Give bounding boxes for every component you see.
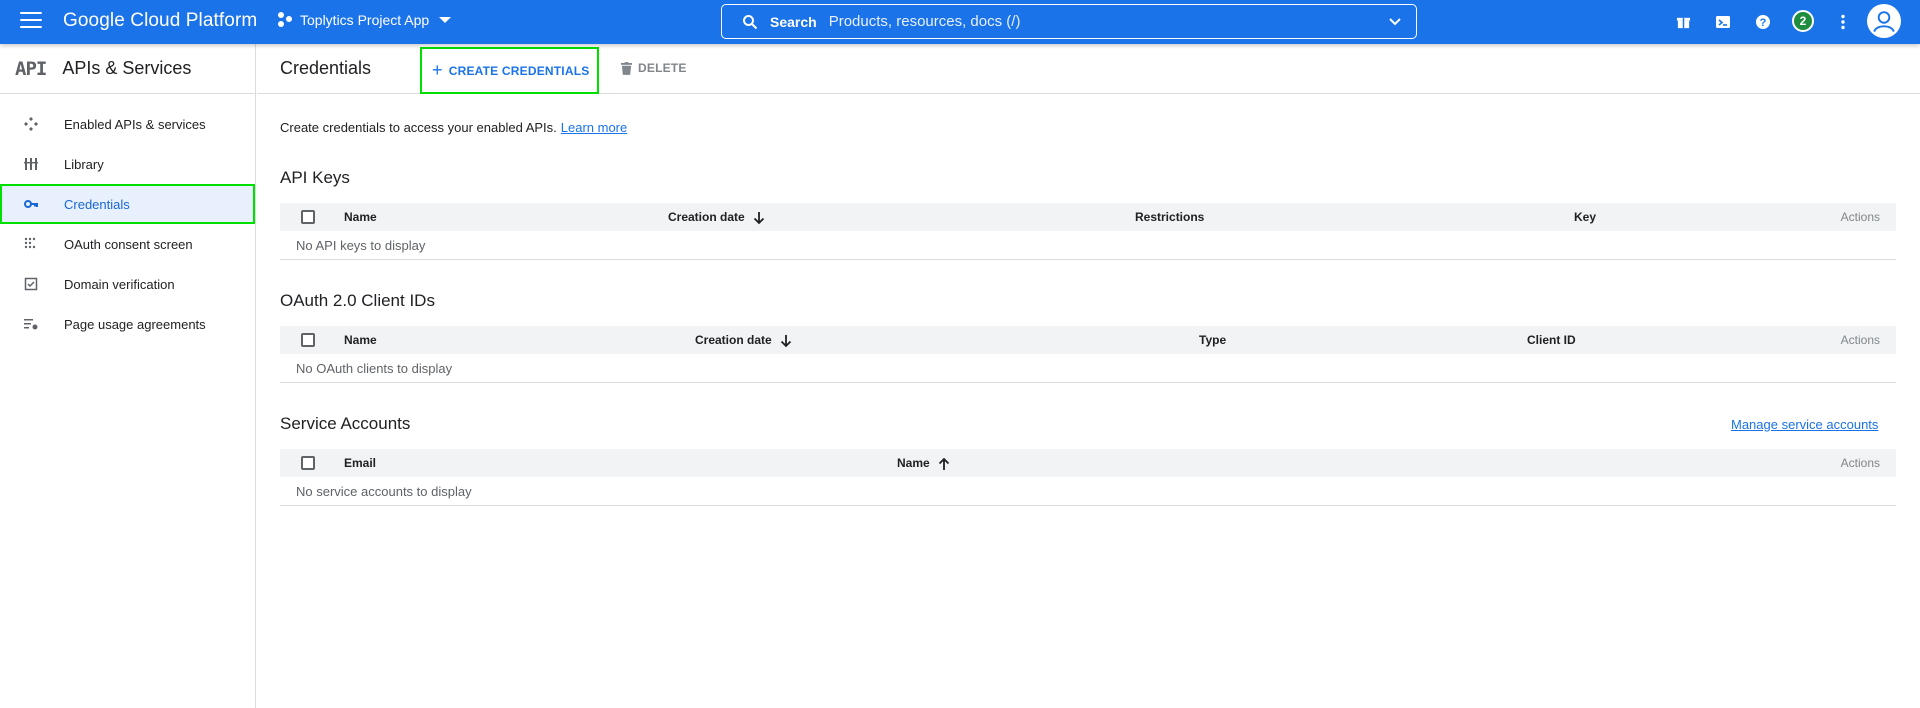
- menu-icon[interactable]: [20, 12, 42, 30]
- sidebar-item-credentials[interactable]: Credentials: [0, 184, 255, 224]
- sidebar-item-label: Page usage agreements: [64, 316, 206, 332]
- sidebar-header: API APIs & Services: [0, 44, 255, 94]
- account-icon[interactable]: [1867, 4, 1901, 38]
- project-icon: [278, 12, 294, 28]
- delete-button[interactable]: DELETE: [621, 61, 687, 75]
- sidebar-item-label: Credentials: [64, 196, 130, 212]
- column-header-type[interactable]: Type: [1199, 333, 1226, 347]
- create-credentials-label: CREATE CREDENTIALS: [448, 63, 590, 78]
- create-credentials-button[interactable]: + CREATE CREDENTIALS: [420, 47, 599, 94]
- column-header-restrictions[interactable]: Restrictions: [1135, 210, 1204, 224]
- api-logo: API: [15, 57, 47, 80]
- arrow-down-icon: [780, 334, 791, 348]
- search-label: Search: [770, 13, 817, 30]
- table-header: Name Creation date Type Client ID Action…: [280, 326, 1896, 354]
- empty-row: No service accounts to display: [280, 477, 1896, 506]
- oauth-table: Name Creation date Type Client ID Action…: [280, 326, 1896, 383]
- column-header-actions: Actions: [1840, 210, 1880, 224]
- delete-label: DELETE: [638, 61, 687, 75]
- column-header-label: Name: [897, 456, 930, 470]
- empty-row: No API keys to display: [280, 231, 1896, 260]
- service-accounts-title: Service Accounts: [280, 414, 411, 433]
- intro-description: Create credentials to access your enable…: [280, 120, 557, 135]
- plus-icon: +: [432, 60, 443, 80]
- search-placeholder[interactable]: Products, resources, docs (/): [829, 13, 1021, 30]
- empty-message: No API keys to display: [296, 238, 426, 253]
- settings-list-icon: [24, 319, 38, 330]
- service-accounts-table: Email Name Actions No service accounts t…: [280, 449, 1896, 506]
- intro-text: Create credentials to access your enable…: [280, 120, 627, 135]
- sidebar-item-label: Domain verification: [64, 276, 175, 292]
- column-header-name[interactable]: Name: [897, 456, 950, 471]
- checkbox-icon: [24, 277, 38, 291]
- terminal-icon[interactable]: [1713, 12, 1733, 32]
- svg-text:?: ?: [1760, 17, 1767, 29]
- column-header-actions: Actions: [1840, 333, 1880, 347]
- empty-message: No OAuth clients to display: [296, 361, 453, 376]
- select-all-checkbox[interactable]: [301, 456, 315, 470]
- column-header-key[interactable]: Key: [1574, 210, 1596, 224]
- sidebar: API APIs & Services Enabled APIs & servi…: [0, 44, 256, 708]
- chevron-down-icon: [439, 17, 452, 23]
- search-icon: [743, 14, 758, 29]
- column-header-client-id[interactable]: Client ID: [1527, 333, 1576, 347]
- empty-row: No OAuth clients to display: [280, 354, 1896, 383]
- column-header-label: Creation date: [668, 210, 745, 224]
- library-icon: [24, 158, 38, 170]
- trash-icon: [621, 61, 632, 75]
- sidebar-nav: Enabled APIs & services Library Credenti…: [0, 104, 255, 344]
- table-header: Name Creation date Restrictions Key Acti…: [280, 203, 1896, 231]
- page-title: Credentials: [280, 58, 372, 78]
- project-name: Toplytics Project App: [300, 12, 430, 28]
- sidebar-item-label: Enabled APIs & services: [64, 116, 206, 132]
- empty-message: No service accounts to display: [296, 484, 472, 499]
- chevron-down-icon[interactable]: [1388, 15, 1402, 29]
- more-vert-icon[interactable]: [1833, 12, 1853, 32]
- sidebar-item-page-usage[interactable]: Page usage agreements: [0, 304, 255, 344]
- sidebar-title: APIs & Services: [62, 58, 192, 78]
- api-keys-title: API Keys: [280, 168, 350, 187]
- select-all-checkbox[interactable]: [301, 210, 315, 224]
- gift-icon[interactable]: [1673, 12, 1693, 32]
- column-header-name[interactable]: Name: [344, 333, 377, 347]
- api-hub-icon: [24, 117, 38, 131]
- search-bar[interactable]: Search Products, resources, docs (/): [721, 4, 1417, 39]
- sidebar-item-label: Library: [64, 156, 104, 172]
- sidebar-item-oauth-consent[interactable]: OAuth consent screen: [0, 224, 255, 264]
- help-icon[interactable]: ?: [1753, 12, 1773, 32]
- sidebar-item-domain-verification[interactable]: Domain verification: [0, 264, 255, 304]
- key-icon: [24, 200, 38, 208]
- table-header: Email Name Actions: [280, 449, 1896, 477]
- column-header-creation-date[interactable]: Creation date: [668, 210, 765, 225]
- sidebar-item-library[interactable]: Library: [0, 144, 255, 184]
- column-header-label: Creation date: [695, 333, 772, 347]
- arrow-up-icon: [938, 457, 949, 470]
- notification-badge[interactable]: 2: [1792, 10, 1814, 32]
- oauth-title: OAuth 2.0 Client IDs: [280, 291, 435, 310]
- sidebar-item-label: OAuth consent screen: [64, 236, 193, 252]
- column-header-name[interactable]: Name: [344, 210, 377, 224]
- consent-icon: [24, 237, 36, 249]
- page-header: Credentials + CREATE CREDENTIALS DELETE: [257, 44, 1920, 94]
- top-app-bar: Google Cloud Platform Toplytics Project …: [0, 0, 1920, 44]
- project-selector[interactable]: Toplytics Project App: [278, 12, 452, 28]
- select-all-checkbox[interactable]: [301, 333, 315, 347]
- column-header-creation-date[interactable]: Creation date: [695, 333, 792, 348]
- manage-service-accounts-link[interactable]: Manage service accounts: [1731, 417, 1878, 432]
- sidebar-item-enabled-apis[interactable]: Enabled APIs & services: [0, 104, 255, 144]
- column-header-email[interactable]: Email: [344, 456, 376, 470]
- learn-more-link[interactable]: Learn more: [561, 120, 627, 135]
- column-header-actions: Actions: [1840, 456, 1880, 470]
- arrow-down-icon: [753, 211, 764, 225]
- brand-title[interactable]: Google Cloud Platform: [63, 10, 257, 32]
- api-keys-table: Name Creation date Restrictions Key Acti…: [280, 203, 1896, 260]
